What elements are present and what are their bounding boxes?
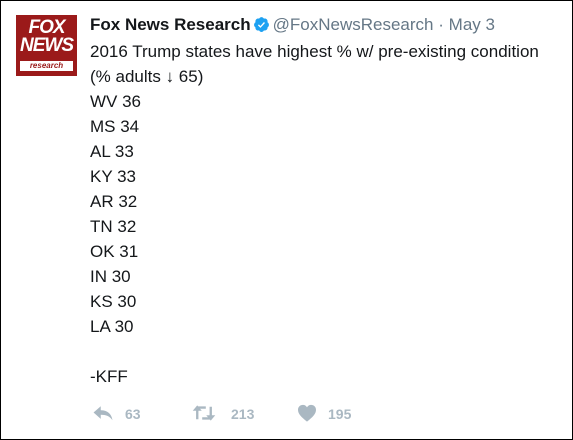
tweet-header: Fox News Research @FoxNewsResearch · May … [90, 14, 495, 36]
display-name[interactable]: Fox News Research [90, 15, 251, 34]
reply-icon [93, 406, 113, 421]
tweet-text-line: OK 31 [90, 242, 139, 261]
tweet-text: 2016 Trump states have highest % w/ pre-… [90, 39, 539, 389]
avatar[interactable]: FOX NEWS research [16, 15, 77, 76]
tweet-text-line: MS 34 [90, 117, 140, 136]
tweet-text-line: TN 32 [90, 217, 137, 236]
avatar-logo-news: NEWS [20, 35, 74, 56]
retweet-count: 213 [231, 406, 255, 422]
avatar-logo-research: research [20, 61, 73, 71]
user-handle[interactable]: @FoxNewsResearch [273, 15, 434, 34]
like-button[interactable]: 195 [297, 403, 372, 425]
tweet-text-line: IN 30 [90, 267, 131, 286]
tweet-text-line: 2016 Trump states have highest % w/ pre-… [90, 42, 539, 61]
header-separator: · [438, 15, 444, 34]
tweet-date[interactable]: May 3 [449, 15, 495, 34]
tweet-text-line: WV 36 [90, 92, 142, 111]
tweet-card: FOX NEWS research Fox News Research @FoxN… [0, 0, 573, 440]
verified-badge-icon [253, 17, 269, 32]
tweet-text-line: LA 30 [90, 317, 134, 336]
like-count: 195 [328, 406, 352, 422]
tweet-text-line: AL 33 [90, 142, 134, 161]
heart-icon [298, 404, 316, 422]
reply-count: 63 [125, 406, 141, 422]
tweet-text-line: -KFF [90, 367, 128, 386]
tweet-text-line: KY 33 [90, 167, 137, 186]
retweet-icon [192, 405, 216, 421]
reply-button[interactable]: 63 [92, 403, 152, 425]
tweet-text-line: (% adults ↓ 65) [90, 67, 204, 86]
tweet-text-line: AR 32 [90, 192, 138, 211]
tweet-text-line: KS 30 [90, 292, 137, 311]
retweet-button[interactable]: 213 [192, 403, 272, 425]
